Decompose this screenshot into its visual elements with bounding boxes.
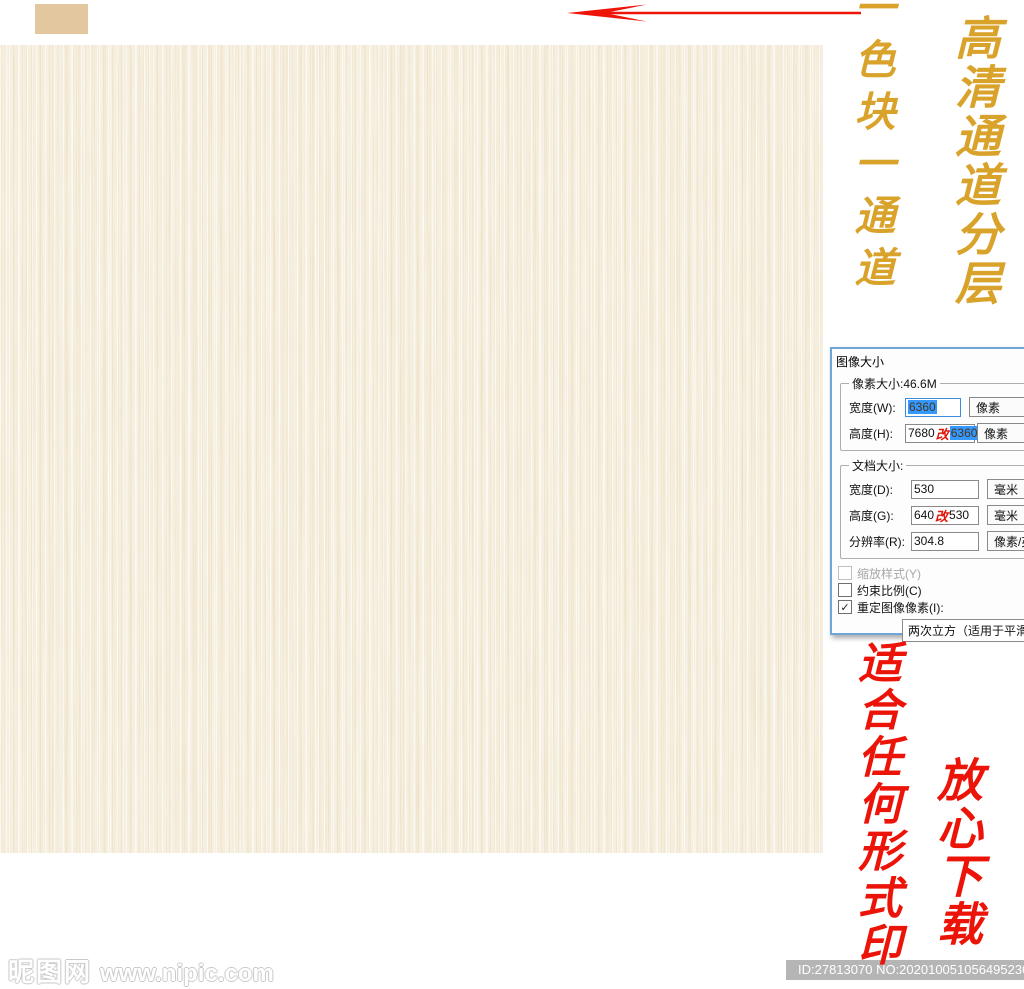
constrain-proportions-option[interactable]: 约束比例(C) xyxy=(838,582,1024,598)
color-swatch xyxy=(35,4,88,34)
doc-height-input[interactable]: 640 改 530 xyxy=(911,506,979,525)
image-id-badge: ID:27813070 NO:20201005105649523088 xyxy=(786,960,1024,980)
resample-image-label: 重定图像像素(I): xyxy=(857,599,944,616)
doc-height-unit-select[interactable]: 毫米⌄ xyxy=(987,505,1024,525)
edit-mark: 改 xyxy=(935,424,950,443)
promo-text-download-with-confidence: 放心下载 xyxy=(934,756,980,948)
doc-width-input[interactable]: 530 xyxy=(911,480,979,499)
promo-text-one-block-one-channel: 一色块一通道 xyxy=(850,0,891,298)
resample-image-option[interactable]: ✓ 重定图像像素(I): xyxy=(838,599,1024,615)
document-size-legend: 文档大小: xyxy=(849,457,906,474)
dialog-title: 图像大小 xyxy=(832,349,1024,373)
check-icon: ✓ xyxy=(840,601,849,614)
texture-noise xyxy=(0,45,823,853)
constrain-proportions-label: 约束比例(C) xyxy=(857,582,922,599)
texture-preview xyxy=(0,45,823,853)
page: { "colors": { "swatch": "#e3c89f", "text… xyxy=(0,0,1024,989)
image-size-dialog: 图像大小 像素大小:46.6M 宽度(W): 6360 像素⌄ 高度(H): 7… xyxy=(830,347,1024,635)
width-pixels-value: 6360 xyxy=(908,400,937,414)
width-pixels-label: 宽度(W): xyxy=(849,399,905,416)
height-pixels-value: 6360 xyxy=(950,426,979,440)
scale-styles-option[interactable]: 缩放样式(Y) xyxy=(838,565,1024,581)
doc-width-unit-select[interactable]: 毫米⌄ xyxy=(987,479,1024,499)
promo-text-hd-channel-layers: 高清通道分层 xyxy=(952,14,998,308)
resolution-input[interactable]: 304.8 xyxy=(911,532,979,551)
doc-height-label: 高度(G): xyxy=(849,507,911,524)
resolution-label: 分辨率(R): xyxy=(849,533,911,550)
resolution-unit-select[interactable]: 像素/英寸⌄ xyxy=(987,531,1024,551)
height-pixels-unit-select[interactable]: 像素⌄ xyxy=(977,423,1024,443)
doc-height-old-value: 640 xyxy=(914,508,934,522)
document-size-group: 文档大小: 宽度(D): 530 毫米⌄ 高度(G): 640 改 530 毫米… xyxy=(840,457,1024,559)
resample-image-checkbox[interactable]: ✓ xyxy=(838,600,852,614)
pixel-dimensions-legend: 像素大小:46.6M xyxy=(849,375,940,392)
doc-height-value: 530 xyxy=(949,508,969,522)
scale-styles-label: 缩放样式(Y) xyxy=(857,565,921,582)
width-pixels-unit-select[interactable]: 像素⌄ xyxy=(969,397,1024,417)
site-logo: 昵图网 xyxy=(8,952,92,989)
scale-styles-checkbox[interactable] xyxy=(838,566,852,580)
resample-method-select[interactable]: 两次立方（适用于平滑渐变 xyxy=(902,619,1024,642)
height-pixels-label: 高度(H): xyxy=(849,425,905,442)
height-pixels-input[interactable]: 7680改6360 xyxy=(905,424,975,443)
red-arrow-left-icon xyxy=(563,3,863,25)
constrain-proportions-checkbox[interactable] xyxy=(838,583,852,597)
edit-mark: 改 xyxy=(934,506,949,525)
width-pixels-input[interactable]: 6360 xyxy=(905,398,961,417)
pixel-dimensions-group: 像素大小:46.6M 宽度(W): 6360 像素⌄ 高度(H): 7680改6… xyxy=(840,375,1024,451)
site-watermark: 昵图网 www.nipic.com xyxy=(8,952,274,989)
doc-width-label: 宽度(D): xyxy=(849,481,911,498)
height-pixels-old-value: 7680 xyxy=(908,426,935,440)
site-url: www.nipic.com xyxy=(100,960,274,988)
promo-text-fit-any-print-form: 适合任何形式印 xyxy=(853,640,897,969)
